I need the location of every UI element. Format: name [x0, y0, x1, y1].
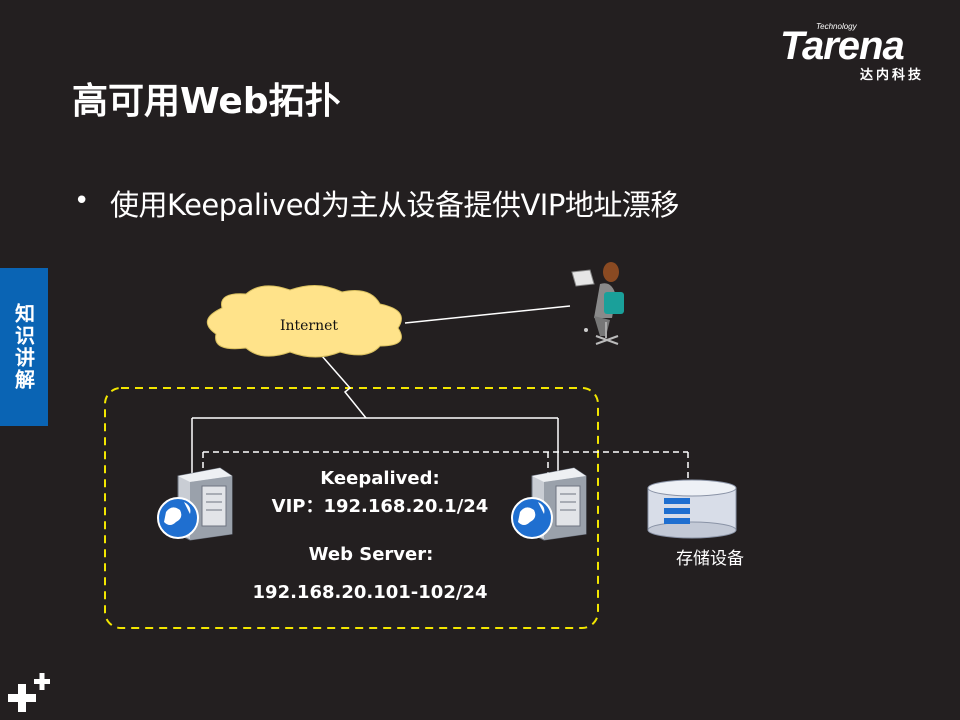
webserver-ip-label: 192.168.20.101-102/24	[253, 582, 488, 603]
server-left-icon	[157, 467, 233, 541]
user-laptop-icon	[571, 262, 624, 345]
storage-device-icon	[647, 479, 737, 539]
vip-label: VIP：192.168.20.1/24	[272, 496, 489, 517]
storage-label: 存储设备	[676, 549, 744, 569]
plus-logo-icon	[8, 673, 50, 712]
server-right-icon	[511, 467, 587, 541]
internet-label: Internet	[280, 318, 338, 334]
storage-lines	[202, 451, 689, 486]
topology-diagram: Internet Keepalived: VIP：192.168.20.1/24…	[104, 262, 744, 629]
keepalived-label: Keepalived:	[320, 468, 439, 489]
webserver-label: Web Server:	[309, 544, 434, 565]
